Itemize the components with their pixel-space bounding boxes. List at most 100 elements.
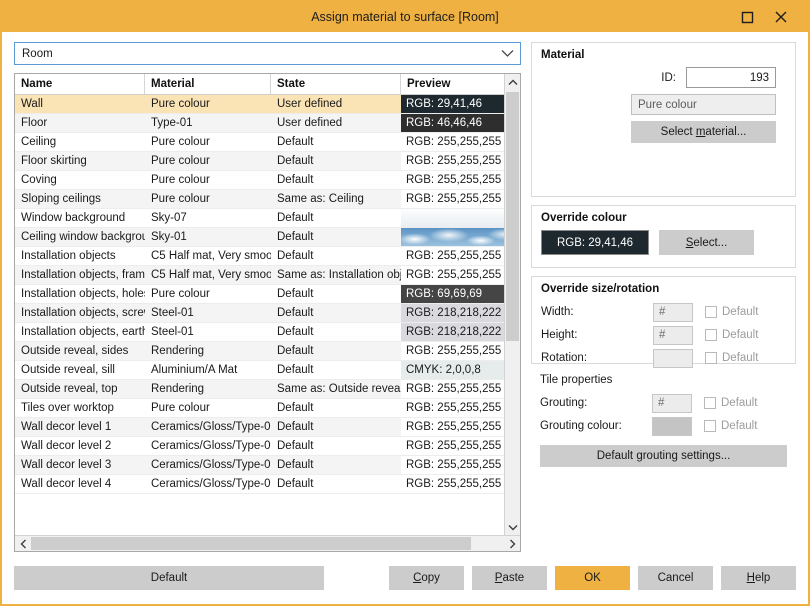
- cell-material: Type-01: [145, 114, 271, 132]
- field-label: Grouting:: [540, 397, 652, 409]
- default-grouting-settings-button[interactable]: Default grouting settings...: [540, 445, 787, 467]
- table-row[interactable]: Wall decor level 2Ceramics/Gloss/Type-03…: [15, 437, 504, 456]
- cell-name: Outside reveal, sill: [15, 361, 145, 379]
- default-checkbox-wrap[interactable]: Default: [704, 420, 757, 432]
- table-row[interactable]: Installation objects, earthingSteel-01De…: [15, 323, 504, 342]
- cell-material: Pure colour: [145, 190, 271, 208]
- default-checkbox-wrap[interactable]: Default: [704, 397, 757, 409]
- table-row[interactable]: Installation objects, holesPure colourDe…: [15, 285, 504, 304]
- maximize-icon[interactable]: [730, 2, 764, 32]
- colour-swatch-input[interactable]: [652, 417, 692, 436]
- cell-preview: RGB: 255,255,255: [401, 247, 504, 265]
- material-id-input[interactable]: 193: [686, 67, 776, 88]
- cell-state: Same as: Outside reveal, sides: [271, 380, 401, 398]
- checkbox-icon[interactable]: [705, 329, 717, 341]
- vertical-scrollbar-thumb[interactable]: [506, 92, 519, 341]
- cancel-button[interactable]: Cancel: [638, 566, 713, 590]
- cell-preview: RGB: 46,46,46: [401, 114, 504, 132]
- column-header-material[interactable]: Material: [145, 74, 271, 94]
- checkbox-icon[interactable]: [704, 397, 716, 409]
- horizontal-scrollbar-thumb[interactable]: [31, 537, 471, 550]
- select-colour-button[interactable]: Select...: [659, 230, 754, 255]
- table-row[interactable]: Outside reveal, topRenderingSame as: Out…: [15, 380, 504, 399]
- table-row[interactable]: Wall decor level 4Ceramics/Gloss/Type-03…: [15, 475, 504, 494]
- chevron-up-icon[interactable]: [505, 74, 520, 90]
- window-controls: [730, 2, 808, 32]
- value-input[interactable]: #: [652, 394, 692, 413]
- cell-material: C5 Half mat, Very smooth: [145, 266, 271, 284]
- select-material-button[interactable]: Select material...: [631, 121, 776, 143]
- table-row[interactable]: Floor skirtingPure colourDefaultRGB: 255…: [15, 152, 504, 171]
- cell-material: Pure colour: [145, 133, 271, 151]
- column-header-name[interactable]: Name: [15, 74, 145, 94]
- table-row[interactable]: Sloping ceilingsPure colourSame as: Ceil…: [15, 190, 504, 209]
- close-icon[interactable]: [764, 2, 798, 32]
- override-size-rotation-group: Override size/rotation Width:#DefaultHei…: [531, 276, 796, 364]
- material-fields: ID: 193 Pure colour Select material...: [541, 67, 786, 143]
- copy-button[interactable]: Copy: [389, 566, 464, 590]
- chevron-down-icon[interactable]: [505, 519, 520, 535]
- value-input[interactable]: #: [653, 326, 693, 345]
- cell-material: Ceramics/Gloss/Type-03 Default: [145, 456, 271, 474]
- checkbox-icon[interactable]: [704, 420, 716, 432]
- checkbox-label: Default: [721, 397, 757, 409]
- value-input[interactable]: [653, 349, 693, 368]
- checkbox-label: Default: [721, 420, 757, 432]
- table-row[interactable]: Outside reveal, sillAluminium/A MatDefau…: [15, 361, 504, 380]
- cell-material: Pure colour: [145, 95, 271, 113]
- override-colour-group: Override colour RGB: 29,41,46 Select...: [531, 205, 796, 268]
- cell-name: Window background: [15, 209, 145, 227]
- materials-table: Name Material State Preview WallPure col…: [14, 73, 521, 552]
- table-row[interactable]: CovingPure colourDefaultRGB: 255,255,255: [15, 171, 504, 190]
- cell-material: Steel-01: [145, 304, 271, 322]
- value-input[interactable]: #: [653, 303, 693, 322]
- chevron-left-icon[interactable]: [15, 536, 31, 551]
- cell-preview: RGB: 255,255,255: [401, 456, 504, 474]
- tile-properties-fields: Grouting:#DefaultGrouting colour:Default: [540, 392, 787, 437]
- cell-name: Installation objects, frame: [15, 266, 145, 284]
- cell-material: C5 Half mat, Very smooth: [145, 247, 271, 265]
- table-row[interactable]: Outside reveal, sidesRenderingDefaultRGB…: [15, 342, 504, 361]
- table-row[interactable]: CeilingPure colourDefaultRGB: 255,255,25…: [15, 133, 504, 152]
- horizontal-scrollbar-track[interactable]: [31, 536, 504, 551]
- chevron-right-icon[interactable]: [504, 536, 520, 551]
- table-row[interactable]: Wall decor level 3Ceramics/Gloss/Type-03…: [15, 456, 504, 475]
- checkbox-icon[interactable]: [705, 306, 717, 318]
- table-row[interactable]: WallPure colourUser definedRGB: 29,41,46: [15, 95, 504, 114]
- override-colour-swatch[interactable]: RGB: 29,41,46: [541, 230, 649, 255]
- cell-preview: [401, 209, 504, 227]
- checkbox-icon[interactable]: [705, 352, 717, 364]
- chevron-down-icon: [498, 49, 516, 58]
- table-row[interactable]: FloorType-01User definedRGB: 46,46,46: [15, 114, 504, 133]
- cell-material: Rendering: [145, 342, 271, 360]
- tile-properties-title: Tile properties: [540, 374, 787, 386]
- ok-button[interactable]: OK: [555, 566, 630, 590]
- vertical-scrollbar-track[interactable]: [505, 90, 520, 519]
- horizontal-scrollbar[interactable]: [15, 535, 520, 551]
- cell-state: Default: [271, 228, 401, 246]
- surface-selector-combobox[interactable]: Room: [14, 42, 521, 65]
- table-row[interactable]: Window backgroundSky-07Default: [15, 209, 504, 228]
- default-button[interactable]: Default: [14, 566, 324, 590]
- table-row[interactable]: Installation objects, screwsSteel-01Defa…: [15, 304, 504, 323]
- table-row[interactable]: Installation objects, frameC5 Half mat, …: [15, 266, 504, 285]
- cell-name: Coving: [15, 171, 145, 189]
- column-header-preview[interactable]: Preview: [401, 74, 504, 94]
- column-header-state[interactable]: State: [271, 74, 401, 94]
- cell-material: Sky-07: [145, 209, 271, 227]
- cell-state: Default: [271, 475, 401, 493]
- table-row[interactable]: Tiles over worktopPure colourDefaultRGB:…: [15, 399, 504, 418]
- cell-name: Installation objects, screws: [15, 304, 145, 322]
- table-row[interactable]: Wall decor level 1Ceramics/Gloss/Type-03…: [15, 418, 504, 437]
- help-button[interactable]: Help: [721, 566, 796, 590]
- paste-button[interactable]: Paste: [472, 566, 547, 590]
- window-title: Assign material to surface [Room]: [2, 2, 808, 32]
- default-checkbox-wrap[interactable]: Default: [705, 306, 758, 318]
- cell-preview: RGB: 255,255,255: [401, 266, 504, 284]
- default-checkbox-wrap[interactable]: Default: [705, 329, 758, 341]
- default-checkbox-wrap[interactable]: Default: [705, 352, 758, 364]
- vertical-scrollbar[interactable]: [504, 74, 520, 535]
- table-row[interactable]: Ceiling window backgroundSky-01Default: [15, 228, 504, 247]
- table-row[interactable]: Installation objectsC5 Half mat, Very sm…: [15, 247, 504, 266]
- cell-preview: RGB: 218,218,222: [401, 304, 504, 322]
